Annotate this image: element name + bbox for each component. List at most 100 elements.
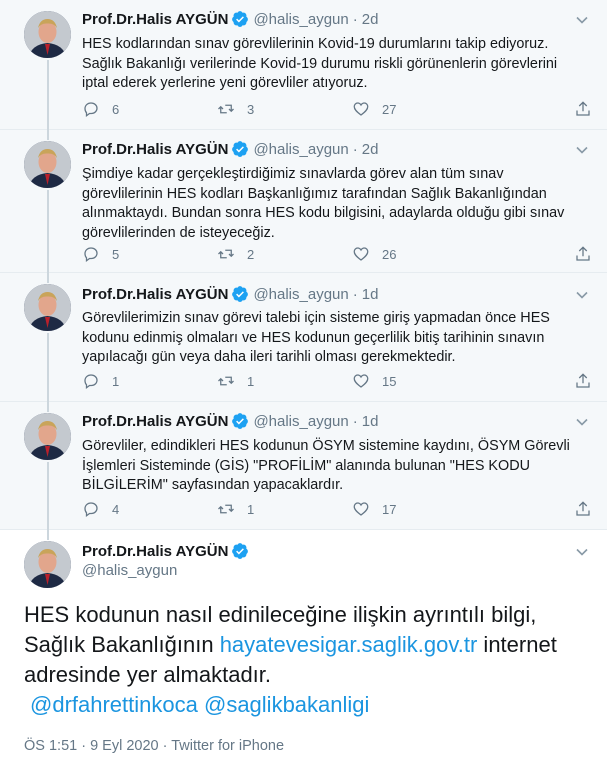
tweet-header: Prof.Dr.Halis AYGÜN @halis_aygun · 2d xyxy=(82,10,378,28)
like-icon xyxy=(352,372,370,390)
like-icon xyxy=(352,100,370,118)
like-count: 27 xyxy=(382,101,397,117)
tweet-actions: 5 2 26 xyxy=(82,244,590,264)
handle[interactable]: @halis_aygun xyxy=(253,286,348,303)
handle[interactable]: @halis_aygun xyxy=(253,141,348,158)
tweet-text-line: BİLGİLERİM" sayfasından yapacaklardır. xyxy=(82,477,344,493)
timestamp[interactable]: 2d xyxy=(362,141,379,158)
tweet-text-line: Sağlık Bakanlığı verilerinde Kovid-19 du… xyxy=(82,55,558,72)
chevron-down-icon[interactable] xyxy=(575,545,589,559)
chevron-down-icon[interactable] xyxy=(575,288,589,302)
like-count: 15 xyxy=(382,373,397,389)
share-icon[interactable] xyxy=(574,245,592,263)
retweet-count: 2 xyxy=(247,246,255,262)
tweet-text-line: Şimdiye kadar gerçekleştirdiğimiz sınavl… xyxy=(82,166,504,182)
tweet-text: Görevlilerimizin sınav görevi talebi içi… xyxy=(82,309,582,368)
tweet-meta[interactable]: ÖS 1:51 · 9 Eyl 2020 · Twitter for iPhon… xyxy=(24,738,284,754)
tweet-text-line: HES kodlarından sınav görevlilerinin Kov… xyxy=(82,36,549,52)
tweet-text-line: Görevliler, edindikleri HES kodunun ÖSYM… xyxy=(82,438,570,454)
tweet-text-line: adresinde yer almaktadır. xyxy=(24,662,272,687)
mention-link[interactable]: @saglikbakanligi xyxy=(204,692,369,717)
reply-count: 1 xyxy=(112,373,120,389)
author-block: Prof.Dr.Halis AYGÜN @halis_aygun xyxy=(82,542,253,579)
like-button[interactable]: 17 xyxy=(352,500,487,518)
share-icon[interactable] xyxy=(574,100,592,118)
timestamp[interactable]: 1d xyxy=(362,286,379,303)
separator: · xyxy=(352,285,358,303)
tweet-text: Görevliler, edindikleri HES kodunun ÖSYM… xyxy=(82,437,582,496)
tweet-text: HES kodlarından sınav görevlilerinin Kov… xyxy=(82,35,582,94)
tweet-text-line: Sağlık Bakanlığının hayatevesigar.saglik… xyxy=(24,630,594,660)
timestamp[interactable]: 1d xyxy=(362,413,379,430)
tweet-text-line: İşlemleri Sisteminde (GİS) "PROFİLİM" al… xyxy=(82,457,531,474)
avatar[interactable] xyxy=(24,284,71,331)
thread-connector xyxy=(47,190,49,273)
tweet-header: Prof.Dr.Halis AYGÜN @halis_aygun · 1d xyxy=(82,412,378,430)
display-name[interactable]: Prof.Dr.Halis AYGÜN xyxy=(82,11,228,28)
thread-connector xyxy=(47,130,49,140)
reply-icon xyxy=(82,500,100,518)
chevron-down-icon[interactable] xyxy=(575,143,589,157)
thread-tweet-3[interactable]: Prof.Dr.Halis AYGÜN @halis_aygun · 1d Gö… xyxy=(0,273,607,402)
like-button[interactable]: 26 xyxy=(352,245,487,263)
reply-icon xyxy=(82,372,100,390)
handle[interactable]: @halis_aygun xyxy=(253,11,348,28)
tweet-text-line: iptal ederek yerlerine yeni görevliler a… xyxy=(82,75,368,91)
thread-tweet-4[interactable]: Prof.Dr.Halis AYGÜN @halis_aygun · 1d Gö… xyxy=(0,402,607,530)
avatar[interactable] xyxy=(24,11,71,58)
like-count: 17 xyxy=(382,501,397,517)
thread-tweet-2[interactable]: Prof.Dr.Halis AYGÜN @halis_aygun · 2d Şi… xyxy=(0,130,607,273)
separator: · xyxy=(352,140,358,158)
avatar[interactable] xyxy=(24,413,71,460)
retweet-button[interactable]: 3 xyxy=(217,100,352,118)
share-icon[interactable] xyxy=(574,500,592,518)
handle[interactable]: @halis_aygun xyxy=(253,413,348,430)
verified-badge-icon xyxy=(231,412,249,430)
share-icon[interactable] xyxy=(574,372,592,390)
tweet-text-line: kodunu edinmiş olmaları ve HES kodunun g… xyxy=(82,329,545,346)
thread-connector xyxy=(47,402,49,412)
retweet-button[interactable]: 1 xyxy=(217,500,352,518)
avatar[interactable] xyxy=(24,141,71,188)
display-name[interactable]: Prof.Dr.Halis AYGÜN xyxy=(82,413,228,430)
verified-badge-icon xyxy=(231,542,249,560)
thread-connector xyxy=(47,273,49,283)
reply-count: 5 xyxy=(112,246,120,262)
tweet-text-line: görevlilerinin HES kodları Başkanlığımız… xyxy=(82,185,547,202)
tweet-text: HES kodunun nasıl edinileceğine ilişkin … xyxy=(24,600,594,720)
timestamp[interactable]: 2d xyxy=(362,11,379,28)
like-button[interactable]: 27 xyxy=(352,100,487,118)
text-segment: Sağlık Bakanlığının xyxy=(24,632,220,657)
mention-link[interactable]: @drfahrettinkoca xyxy=(30,692,198,717)
chevron-down-icon[interactable] xyxy=(575,415,589,429)
thread-tweet-1[interactable]: Prof.Dr.Halis AYGÜN @halis_aygun · 2d HE… xyxy=(0,0,607,130)
retweet-button[interactable]: 1 xyxy=(217,372,352,390)
thread-connector xyxy=(47,530,49,540)
reply-button[interactable]: 4 xyxy=(82,500,217,518)
retweet-button[interactable]: 2 xyxy=(217,245,352,263)
retweet-count: 3 xyxy=(247,101,255,117)
display-name[interactable]: Prof.Dr.Halis AYGÜN xyxy=(82,286,228,303)
verified-badge-icon xyxy=(231,10,249,28)
reply-button[interactable]: 6 xyxy=(82,100,217,118)
thread-connector xyxy=(47,333,49,402)
handle[interactable]: @halis_aygun xyxy=(82,562,253,579)
tweet-text-line: görevlilerinden de isteyeceğiz. xyxy=(82,224,275,241)
website-link[interactable]: hayatevesigar.saglik.gov.tr xyxy=(220,632,478,657)
reply-button[interactable]: 1 xyxy=(82,372,217,390)
retweet-icon xyxy=(217,100,235,118)
display-name[interactable]: Prof.Dr.Halis AYGÜN xyxy=(82,141,228,158)
avatar[interactable] xyxy=(24,541,71,588)
tweet-header: Prof.Dr.Halis AYGÜN @halis_aygun · 1d xyxy=(82,285,378,303)
reply-button[interactable]: 5 xyxy=(82,245,217,263)
chevron-down-icon[interactable] xyxy=(575,13,589,27)
tweet-text-line: HES kodunun nasıl edinileceğine ilişkin … xyxy=(24,602,537,627)
verified-badge-icon xyxy=(231,285,249,303)
like-icon xyxy=(352,500,370,518)
focused-tweet: Prof.Dr.Halis AYGÜN @halis_aygun HES kod… xyxy=(0,530,607,765)
tweet-actions: 6 3 27 xyxy=(82,99,590,119)
reply-icon xyxy=(82,245,100,263)
display-name[interactable]: Prof.Dr.Halis AYGÜN xyxy=(82,543,228,560)
tweet-actions: 1 1 15 xyxy=(82,371,590,391)
like-button[interactable]: 15 xyxy=(352,372,487,390)
